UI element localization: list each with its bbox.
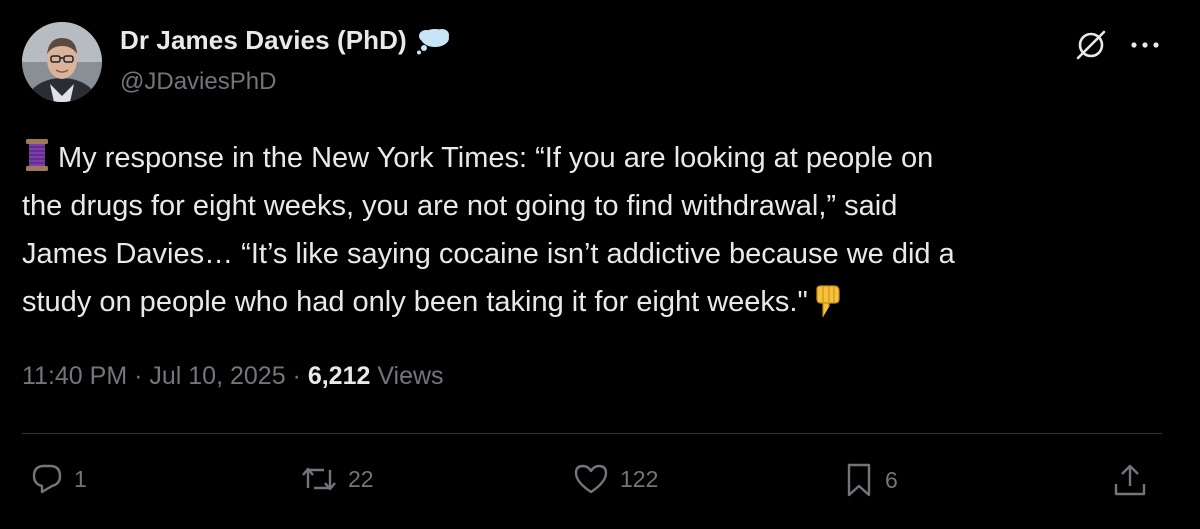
bookmark-count: 6 (885, 466, 898, 493)
views-count: 6,212 (307, 362, 371, 390)
share-icon (1114, 464, 1146, 496)
reply-button[interactable]: 1 (30, 462, 87, 496)
grok-icon[interactable] (1074, 28, 1108, 62)
like-count: 122 (620, 465, 659, 492)
meta-separator: · (285, 362, 308, 390)
bookmark-button[interactable]: 6 (843, 462, 898, 498)
post-text-line-4: study on people who had only been taking… (22, 286, 808, 318)
post-text-line: study on people who had only been taking… (22, 278, 1172, 326)
reply-count: 1 (74, 465, 87, 492)
heart-icon (574, 464, 608, 494)
like-button[interactable]: 122 (572, 462, 658, 496)
repost-icon (302, 467, 336, 491)
bookmark-icon (847, 463, 871, 497)
post-text: My response in the New York Times: “If y… (22, 134, 1172, 326)
post-text-line: the drugs for eight weeks, you are not g… (22, 182, 1172, 230)
tweet: Dr James Davies (PhD) @JDaviesPhD My res… (0, 0, 1200, 529)
repost-count: 22 (348, 465, 374, 492)
repost-button[interactable]: 22 (300, 462, 374, 496)
post-text-line-3: James Davies… “It’s like saying cocaine … (22, 238, 955, 270)
views-label: Views (370, 362, 444, 390)
reply-icon (32, 464, 62, 494)
post-text-line-2: the drugs for eight weeks, you are not g… (22, 190, 898, 222)
avatar[interactable] (22, 22, 102, 102)
author-handle[interactable]: @JDaviesPhD (120, 68, 276, 96)
thought-bubble-icon (415, 27, 451, 55)
more-icon[interactable] (1130, 40, 1160, 50)
divider (22, 433, 1162, 434)
post-date[interactable]: Jul 10, 2025 (149, 362, 285, 391)
thread-icon (22, 138, 52, 172)
post-text-line-1: My response in the New York Times: “If y… (58, 142, 934, 174)
meta-separator: · (127, 362, 150, 390)
post-time[interactable]: 11:40 PM (22, 362, 127, 391)
backhand-index-pointing-down-icon (812, 285, 842, 319)
author-name-row: Dr James Davies (PhD) (120, 25, 451, 56)
author-display-name[interactable]: Dr James Davies (PhD) (120, 25, 407, 56)
action-bar: 1 22 122 6 (30, 462, 1150, 504)
top-actions (1074, 28, 1160, 62)
post-text-line: My response in the New York Times: “If y… (22, 134, 1172, 182)
share-button[interactable] (1112, 462, 1148, 498)
post-text-line: James Davies… “It’s like saying cocaine … (22, 230, 1172, 278)
post-meta: 11:40 PM · Jul 10, 2025 · 6,212 Views (22, 362, 444, 391)
